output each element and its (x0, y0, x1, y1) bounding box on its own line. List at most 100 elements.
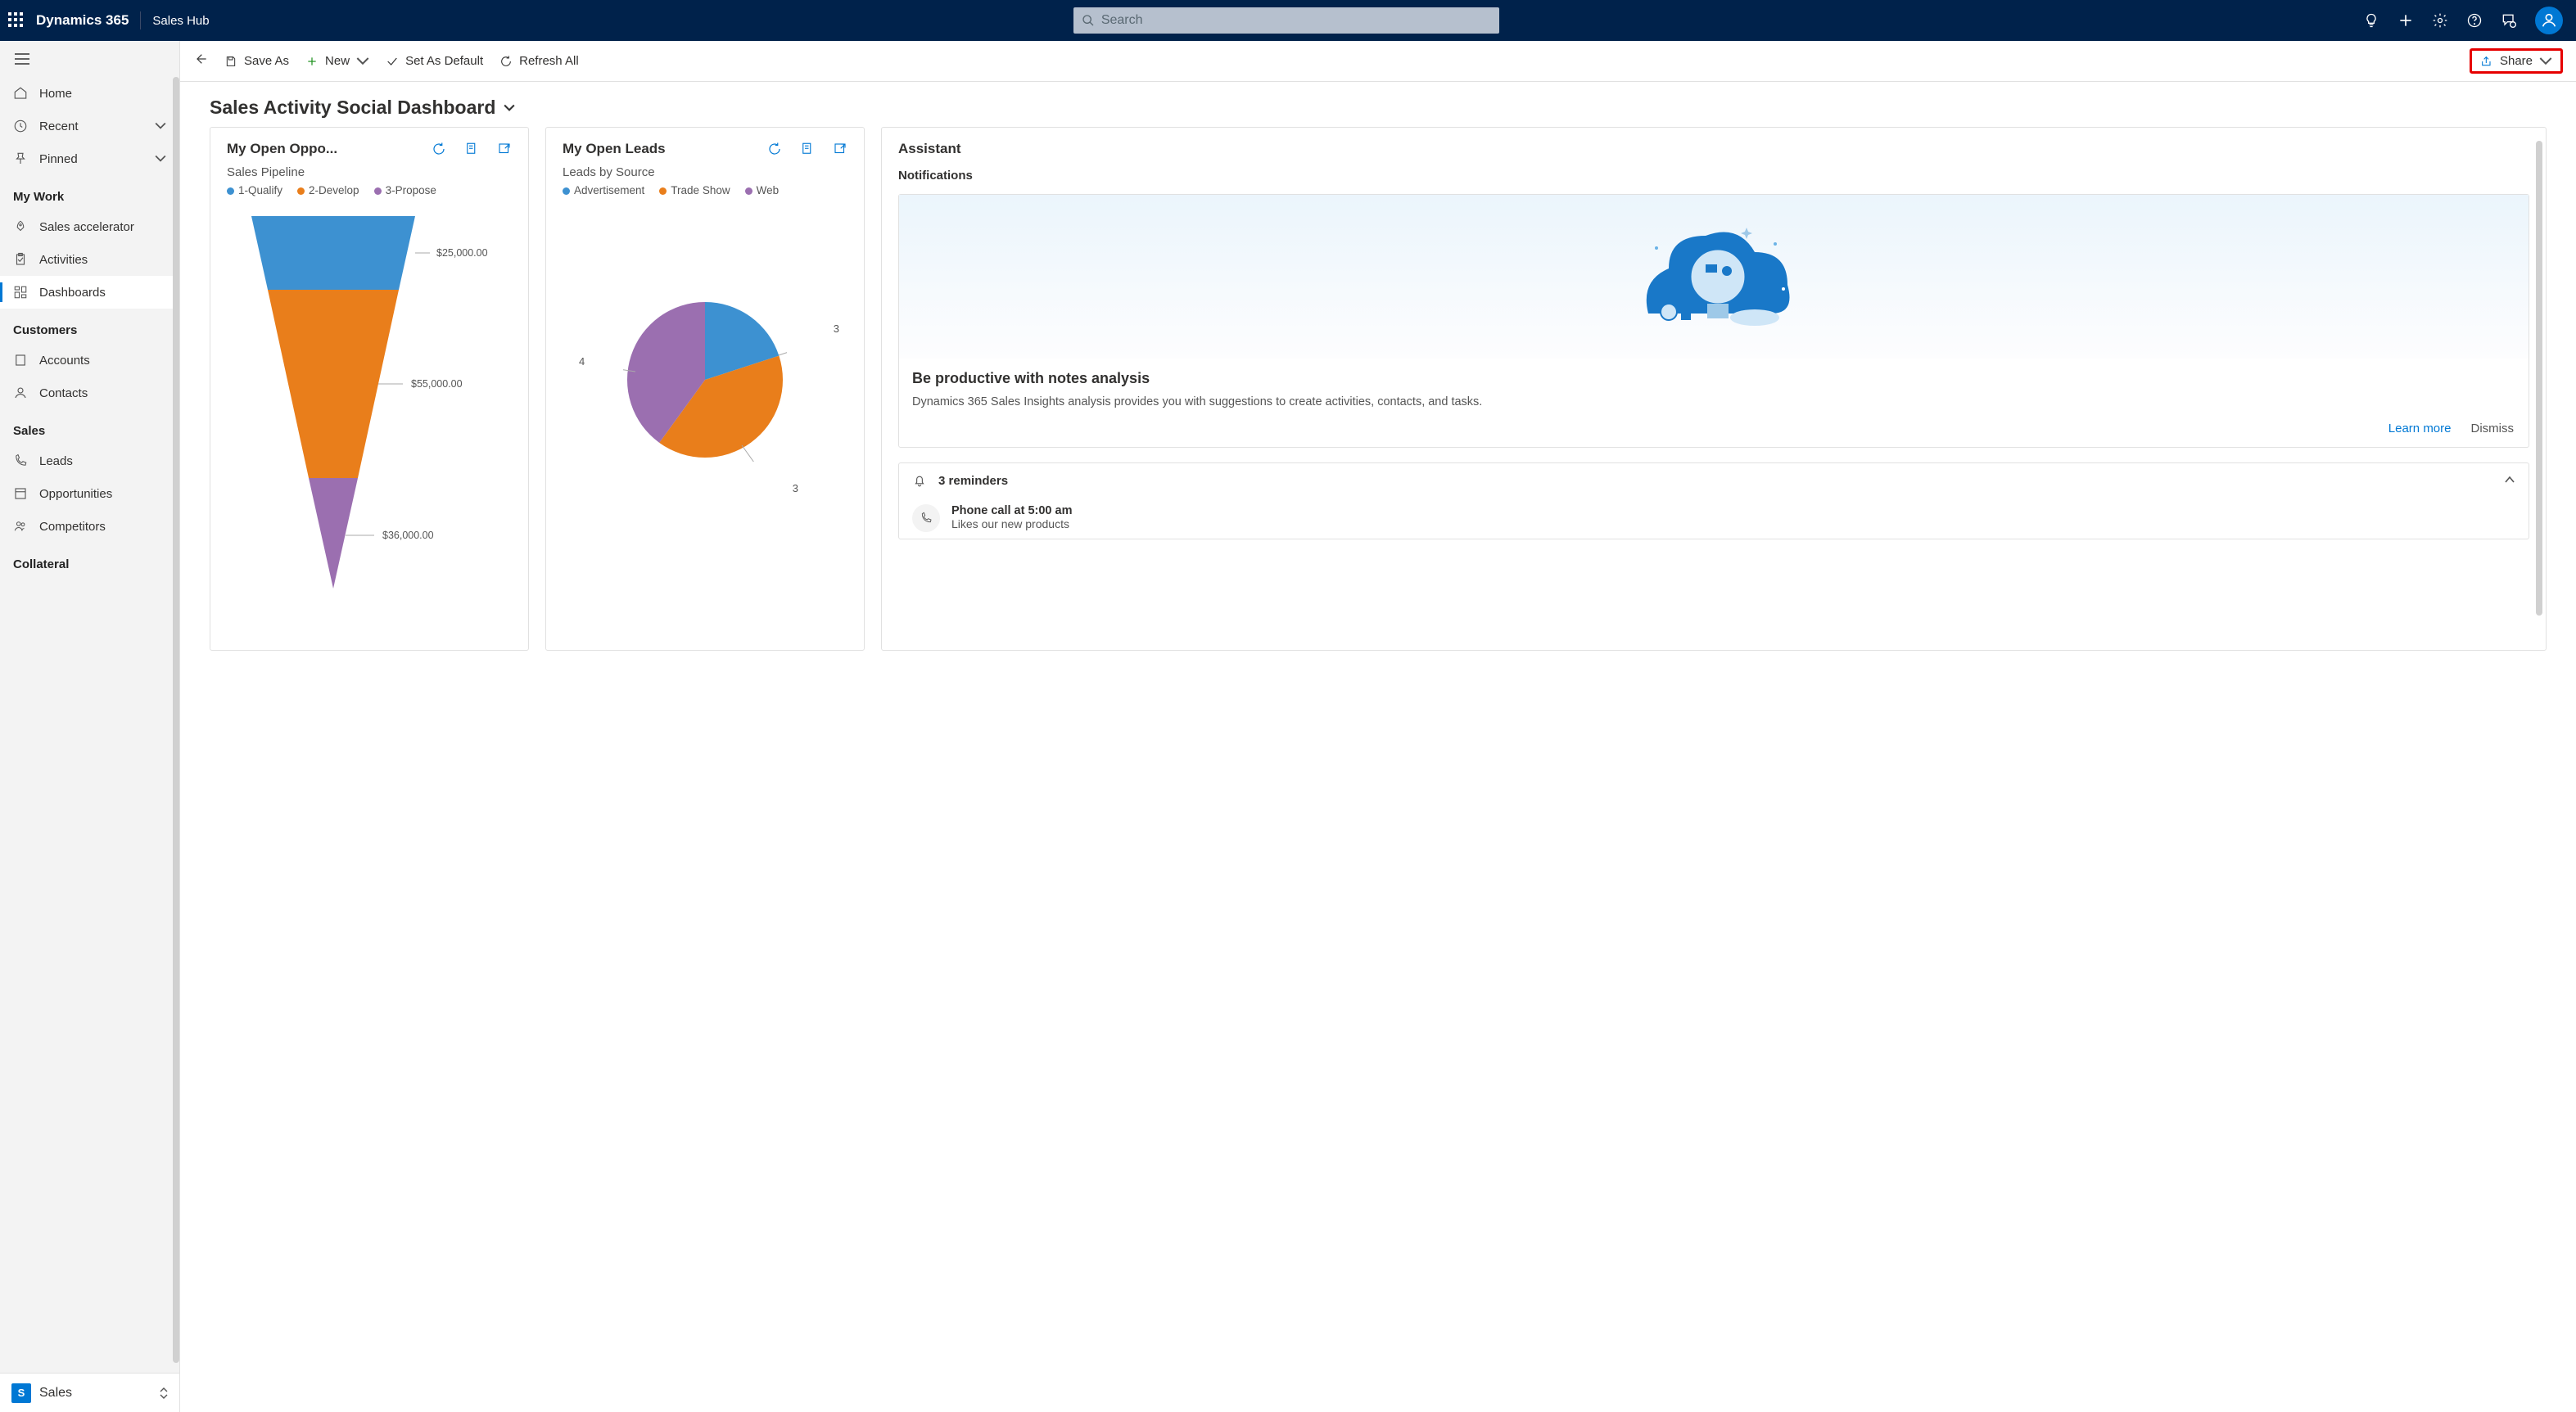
card-leads: My Open Leads Leads by Source Advertisem… (545, 127, 865, 651)
refresh-button[interactable]: Refresh All (499, 54, 579, 68)
person-icon (13, 386, 28, 400)
set-default-label: Set As Default (405, 54, 483, 68)
reminder-item[interactable]: Phone call at 5:00 am Likes our new prod… (899, 498, 2529, 539)
sidebar-item-label: Contacts (39, 386, 88, 400)
funnel-label-2: $55,000.00 (411, 378, 463, 390)
card-title: My Open Leads (563, 141, 666, 157)
help-icon[interactable] (2466, 12, 2483, 29)
reminder-title: Phone call at 5:00 am (951, 504, 1072, 517)
card-title: My Open Oppo... (227, 141, 337, 157)
area-selector[interactable]: S Sales (0, 1373, 179, 1412)
insight-card: Be productive with notes analysis Dynami… (898, 194, 2529, 448)
command-bar: Save As New Set As Default Refresh All (180, 41, 2576, 82)
sidebar-item-home[interactable]: Home (0, 77, 179, 110)
search-placeholder: Search (1101, 13, 1143, 28)
insight-illustration (899, 195, 2529, 359)
sidebar-item-accounts[interactable]: Accounts (0, 344, 179, 377)
chevron-down-icon (504, 102, 515, 114)
app-name-label[interactable]: Sales Hub (152, 14, 209, 28)
sidebar-item-label: Home (39, 87, 72, 101)
clock-icon (13, 119, 28, 133)
lightbulb-icon[interactable] (2363, 12, 2379, 29)
box-icon (13, 486, 28, 501)
sidebar-item-contacts[interactable]: Contacts (0, 377, 179, 409)
refresh-label: Refresh All (519, 54, 579, 68)
reminders-header[interactable]: 3 reminders (899, 463, 2529, 498)
home-icon (13, 86, 28, 101)
share-icon (2480, 55, 2493, 68)
expand-icon[interactable] (833, 142, 847, 156)
chart-subtitle: Leads by Source (563, 165, 847, 179)
funnel-label-1: $25,000.00 (436, 247, 488, 259)
hamburger-button[interactable] (0, 41, 179, 77)
learn-more-link[interactable]: Learn more (2388, 422, 2452, 435)
sidebar-item-sales-accelerator[interactable]: Sales accelerator (0, 210, 179, 243)
chevron-down-icon (2539, 55, 2552, 68)
sidebar-group-collateral: Collateral (0, 543, 179, 578)
scrollbar[interactable] (2536, 141, 2542, 616)
sidebar-group-sales: Sales (0, 409, 179, 444)
reminders-panel: 3 reminders Phone call at 5:00 am Likes … (898, 462, 2529, 539)
sidebar-item-pinned[interactable]: Pinned (0, 142, 179, 175)
sidebar-item-recent[interactable]: Recent (0, 110, 179, 142)
sidebar-item-dashboards[interactable]: Dashboards (0, 276, 179, 309)
sidebar-item-competitors[interactable]: Competitors (0, 510, 179, 543)
sidebar-item-label: Pinned (39, 152, 78, 166)
sidebar-item-label: Competitors (39, 520, 106, 534)
share-button[interactable]: Share (2480, 54, 2552, 68)
chevron-up-icon (2504, 473, 2515, 488)
refresh-icon[interactable] (432, 142, 446, 156)
pie-label-trade: 3 (793, 482, 798, 494)
insight-body: Dynamics 365 Sales Insights analysis pro… (899, 394, 2529, 410)
brand-label: Dynamics 365 (36, 12, 129, 29)
back-button[interactable] (193, 52, 208, 70)
sidebar-item-label: Leads (39, 454, 73, 468)
bell-icon (912, 473, 927, 488)
chevron-down-icon (155, 120, 166, 132)
sidebar-group-customers: Customers (0, 309, 179, 344)
sidebar-item-opportunities[interactable]: Opportunities (0, 477, 179, 510)
expand-icon[interactable] (497, 142, 512, 156)
plus-icon[interactable] (2397, 12, 2414, 29)
avatar[interactable] (2535, 7, 2563, 34)
building-icon (13, 353, 28, 368)
sidebar-item-label: Accounts (39, 354, 90, 368)
pie-label-web: 4 (579, 355, 585, 368)
set-default-button[interactable]: Set As Default (386, 54, 483, 68)
dismiss-link[interactable]: Dismiss (2471, 422, 2515, 435)
insight-title: Be productive with notes analysis (899, 359, 2529, 394)
new-label: New (325, 54, 350, 68)
sidebar-item-label: Activities (39, 253, 88, 267)
share-button-highlight: Share (2470, 48, 2563, 74)
refresh-icon[interactable] (767, 142, 782, 156)
funnel-label-3: $36,000.00 (382, 530, 434, 541)
sidebar-item-leads[interactable]: Leads (0, 444, 179, 477)
save-icon (224, 55, 237, 68)
reminders-title: 3 reminders (938, 474, 1008, 488)
pie-chart: 3 3 4 (563, 208, 847, 552)
main-area: Save As New Set As Default Refresh All (180, 41, 2576, 1412)
sidebar-group-my-work: My Work (0, 175, 179, 210)
people-icon (13, 519, 28, 534)
app-launcher-icon[interactable] (8, 12, 25, 29)
gear-icon[interactable] (2432, 12, 2448, 29)
save-as-button[interactable]: Save As (224, 54, 289, 68)
chart-subtitle: Sales Pipeline (227, 165, 512, 179)
assistant-icon[interactable] (2501, 12, 2517, 29)
sidebar-item-activities[interactable]: Activities (0, 243, 179, 276)
funnel-legend: 1-Qualify 2-Develop 3-Propose (227, 184, 512, 196)
page-title-row[interactable]: Sales Activity Social Dashboard (180, 82, 2576, 127)
pin-icon (13, 151, 28, 166)
records-icon[interactable] (464, 142, 479, 156)
records-icon[interactable] (800, 142, 815, 156)
sidebar-item-label: Dashboards (39, 286, 106, 300)
funnel-chart: $25,000.00 $55,000.00 $36,000.00 (227, 208, 512, 601)
area-badge: S (11, 1383, 31, 1403)
new-button[interactable]: New (305, 54, 369, 68)
rocket-icon (13, 219, 28, 234)
chevron-down-icon (155, 153, 166, 165)
search-input[interactable]: Search (1073, 7, 1499, 34)
scrollbar[interactable] (173, 77, 179, 1363)
pie-legend: Advertisement Trade Show Web (563, 184, 847, 196)
search-icon (1082, 14, 1095, 27)
